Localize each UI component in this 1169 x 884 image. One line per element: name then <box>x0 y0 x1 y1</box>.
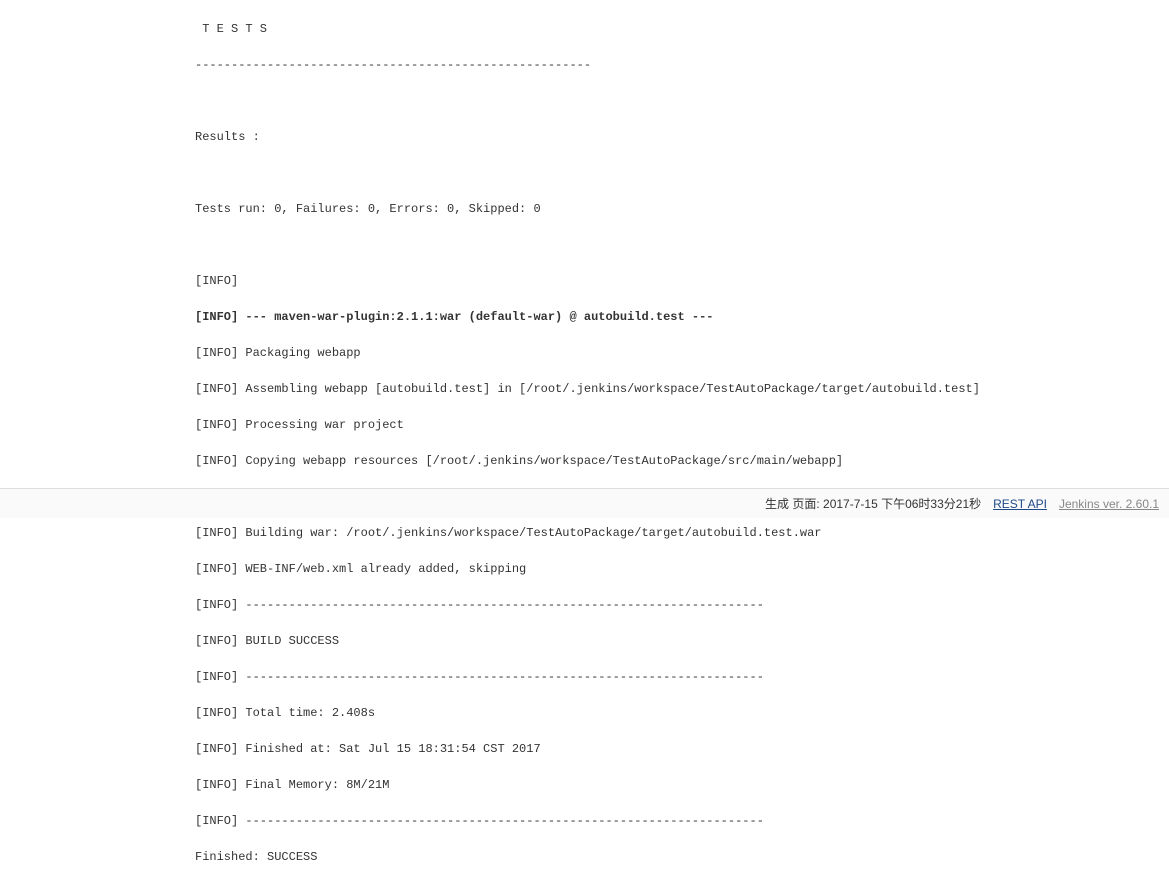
separator-line: [INFO] ---------------------------------… <box>195 668 1169 686</box>
webxml-line: [INFO] WEB-INF/web.xml already added, sk… <box>195 560 1169 578</box>
results-label: Results : <box>195 128 1169 146</box>
generated-timestamp: 生成 页面: 2017-7-15 下午06时33分21秒 <box>765 495 981 512</box>
assembling-line: [INFO] Assembling webapp [autobuild.test… <box>195 380 1169 398</box>
packaging-line: [INFO] Packaging webapp <box>195 344 1169 362</box>
tests-header: T E S T S <box>195 20 1169 38</box>
rest-api-link[interactable]: REST API <box>993 497 1047 511</box>
blank-line <box>195 164 1169 182</box>
blank-line <box>195 236 1169 254</box>
separator-line: [INFO] ---------------------------------… <box>195 812 1169 830</box>
info-blank: [INFO] <box>195 272 1169 290</box>
separator-line: [INFO] ---------------------------------… <box>195 596 1169 614</box>
console-output: T E S T S ------------------------------… <box>0 0 1169 884</box>
page-footer: 生成 页面: 2017-7-15 下午06时33分21秒 REST API Je… <box>0 488 1169 518</box>
build-success-line: [INFO] BUILD SUCCESS <box>195 632 1169 650</box>
jenkins-version-link[interactable]: Jenkins ver. 2.60.1 <box>1059 497 1159 511</box>
copying-line: [INFO] Copying webapp resources [/root/.… <box>195 452 1169 470</box>
final-memory-line: [INFO] Final Memory: 8M/21M <box>195 776 1169 794</box>
processing-line: [INFO] Processing war project <box>195 416 1169 434</box>
header-separator: ----------------------------------------… <box>195 56 1169 74</box>
total-time-line: [INFO] Total time: 2.408s <box>195 704 1169 722</box>
finished-line: Finished: SUCCESS <box>195 848 1169 866</box>
plugin-line: [INFO] --- maven-war-plugin:2.1.1:war (d… <box>195 308 1169 326</box>
blank-line <box>195 92 1169 110</box>
finished-at-line: [INFO] Finished at: Sat Jul 15 18:31:54 … <box>195 740 1169 758</box>
test-summary: Tests run: 0, Failures: 0, Errors: 0, Sk… <box>195 200 1169 218</box>
building-line: [INFO] Building war: /root/.jenkins/work… <box>195 524 1169 542</box>
